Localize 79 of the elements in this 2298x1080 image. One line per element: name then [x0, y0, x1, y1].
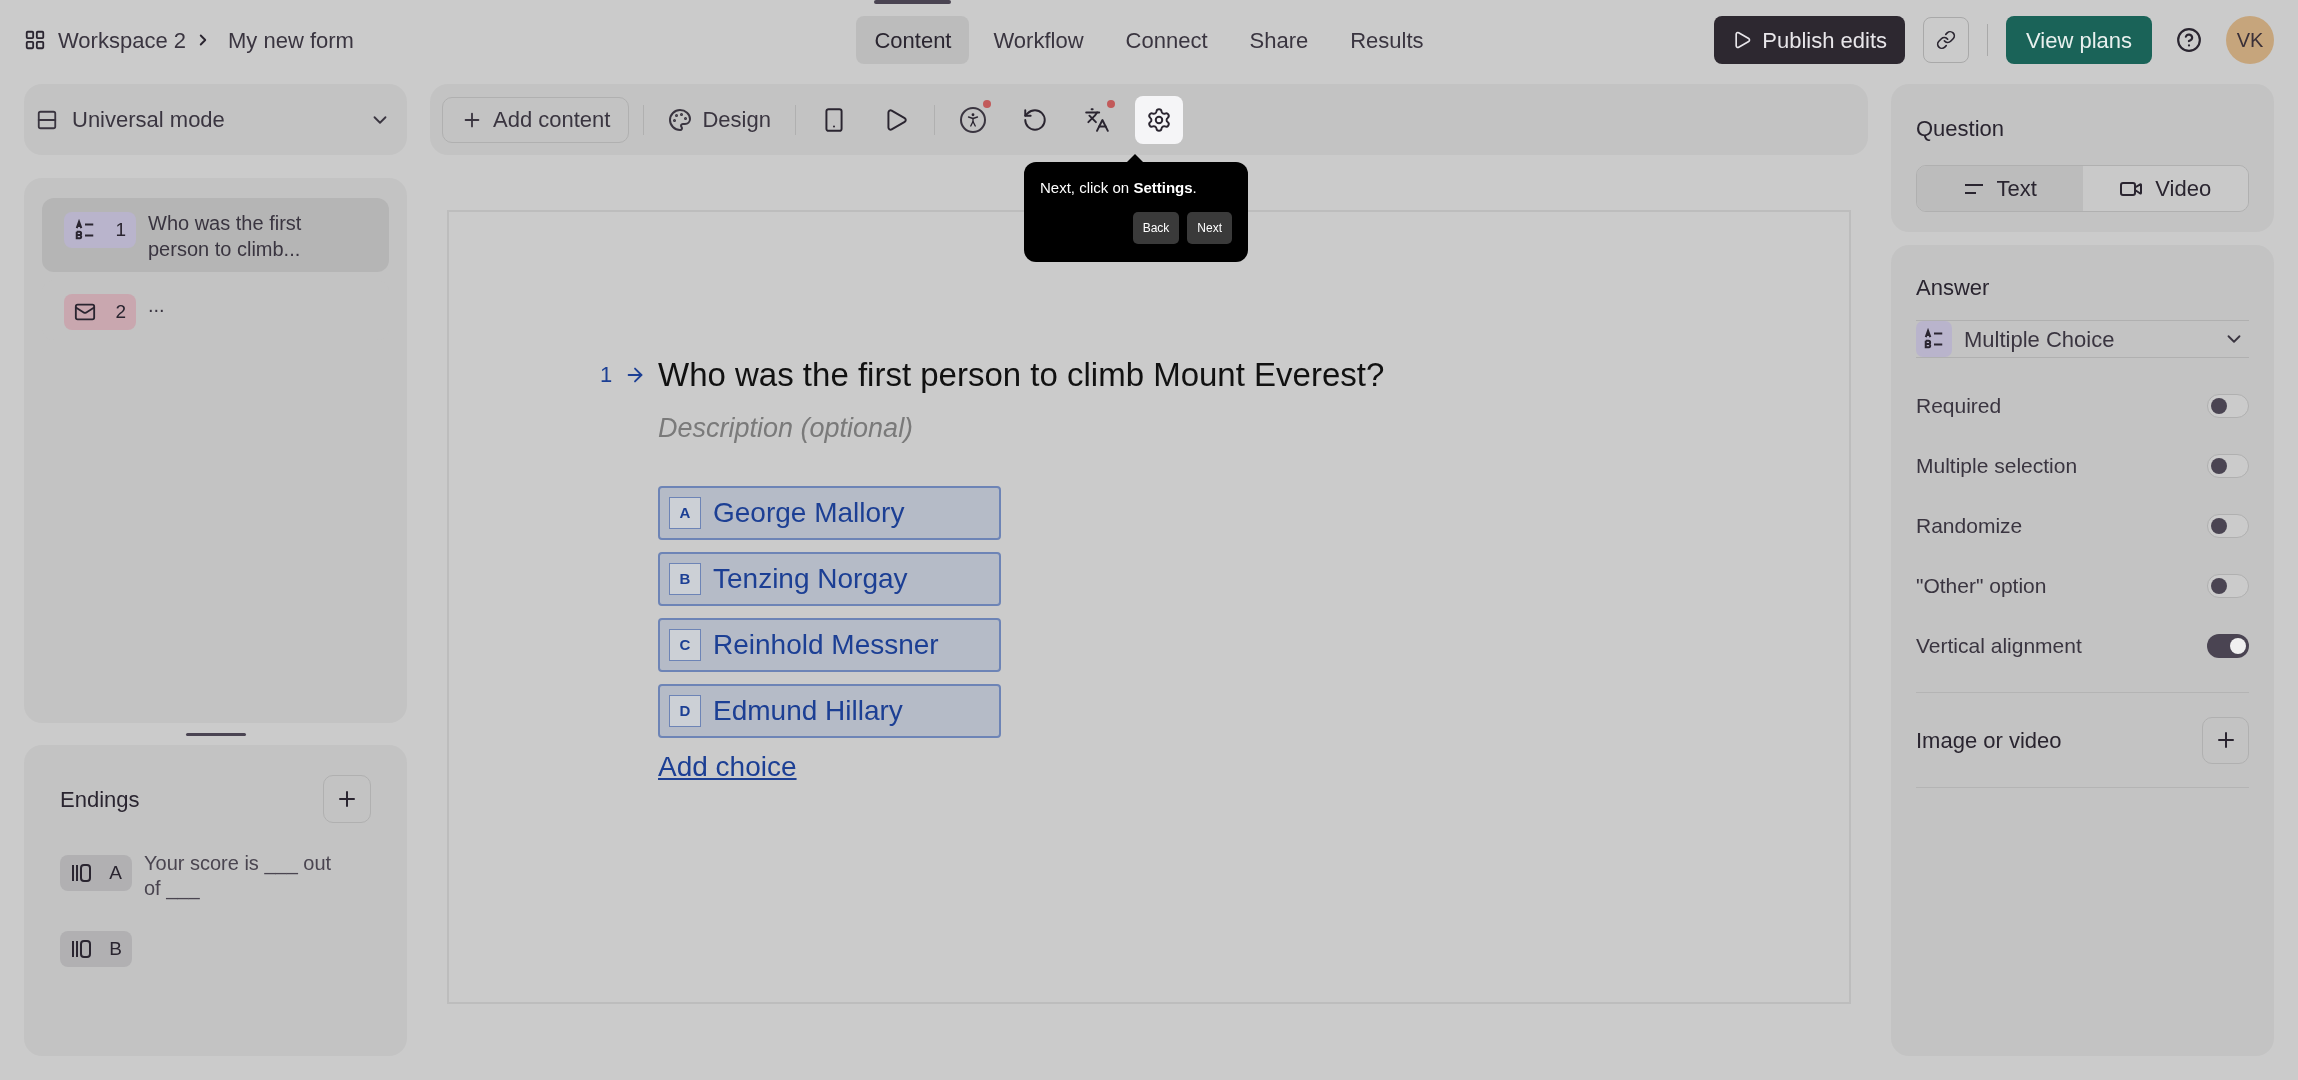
- add-ending-button[interactable]: [323, 775, 371, 823]
- choice-key: C: [669, 629, 701, 661]
- toolbar-button[interactable]: [1134, 95, 1183, 144]
- publish-button[interactable]: Publish edits: [1714, 16, 1905, 64]
- list-icon: [74, 219, 96, 241]
- question-title: ...: [148, 293, 166, 318]
- design-button[interactable]: Design: [658, 96, 781, 143]
- translate-icon: [1083, 106, 1110, 133]
- question-number: 2: [115, 299, 126, 324]
- choice-key: B: [669, 563, 701, 595]
- ending-chip[interactable]: B: [60, 931, 132, 967]
- ending-icon: [70, 862, 94, 884]
- list-icon: [1923, 328, 1945, 350]
- resize-handle[interactable]: [185, 732, 246, 736]
- choice-label: George Mallory: [713, 496, 905, 530]
- media-type-tab[interactable]: Text: [1917, 166, 2083, 211]
- toggle-label: Multiple selection: [1916, 453, 2078, 480]
- toggle-switch[interactable]: [2207, 394, 2249, 418]
- link-icon: [1936, 30, 1956, 50]
- choice-option[interactable]: B Tenzing Norgay: [658, 552, 1001, 606]
- add-choice-link[interactable]: Add choice: [658, 746, 797, 788]
- workspace-link[interactable]: Workspace 2: [58, 23, 186, 57]
- toggle-switch[interactable]: [2207, 514, 2249, 538]
- mode-select[interactable]: Universal mode: [24, 84, 407, 155]
- grid-icon: [24, 29, 46, 51]
- description-field[interactable]: Description (optional): [658, 407, 1158, 448]
- toggle-switch[interactable]: [2207, 634, 2249, 658]
- nav-tab[interactable]: Share: [1231, 16, 1327, 64]
- endings-title: Endings: [60, 785, 140, 814]
- rows-icon: [36, 108, 58, 131]
- toggle-label: Randomize: [1916, 513, 2023, 540]
- ending-chip[interactable]: A: [60, 855, 132, 891]
- add-media-button[interactable]: [2202, 716, 2249, 764]
- choice-key: A: [669, 497, 701, 529]
- toggle-switch[interactable]: [2207, 574, 2249, 598]
- media-type-tab[interactable]: Video: [2082, 166, 2248, 211]
- link-button[interactable]: [1923, 17, 1969, 63]
- ending-text: Your score is ___ out of ___: [144, 851, 333, 901]
- toggle-label: Required: [1916, 393, 2002, 420]
- choice-label: Tenzing Norgay: [713, 562, 908, 596]
- ending-letter: A: [109, 860, 122, 885]
- ending-icon: [70, 938, 94, 960]
- add-content-button[interactable]: Add content: [442, 96, 630, 143]
- question-number: 1: [115, 217, 126, 242]
- nav-tab[interactable]: Connect: [1107, 16, 1226, 64]
- avatar[interactable]: VK: [2226, 16, 2274, 64]
- nav-tab[interactable]: Results: [1332, 16, 1442, 64]
- nav-tab[interactable]: Content: [856, 16, 970, 64]
- tooltip-button[interactable]: Back: [1132, 212, 1180, 244]
- help-icon[interactable]: [2176, 27, 2202, 53]
- question-settings-title: Question: [1916, 115, 2006, 143]
- settings-icon: [1145, 106, 1172, 133]
- mail-icon: [74, 301, 96, 323]
- choice-option[interactable]: D Edmund Hillary: [658, 684, 1001, 738]
- tooltip-button[interactable]: Next: [1187, 212, 1232, 244]
- ending-letter: B: [109, 936, 122, 961]
- toggle-switch[interactable]: [2207, 454, 2249, 478]
- choice-label: Edmund Hillary: [713, 694, 903, 728]
- question-number: 1: [600, 361, 614, 390]
- choice-key: D: [669, 695, 701, 727]
- answer-type-select[interactable]: Multiple Choice: [1916, 320, 2249, 358]
- question-title: Who was the first person to climb Mount Everest?: [658, 355, 1385, 395]
- toggle-label: "Other" option: [1916, 573, 2047, 600]
- play-icon: [1732, 30, 1753, 50]
- question-title: Who was the first person to climb...: [148, 211, 303, 262]
- choice-option[interactable]: C Reinhold Messner: [658, 618, 1001, 672]
- view-plans-button[interactable]: View plans: [2006, 16, 2152, 64]
- choice-label: Reinhold Messner: [713, 628, 939, 662]
- media-section-title: Image or video: [1916, 726, 2062, 755]
- nav-tab[interactable]: Workflow: [975, 16, 1102, 64]
- text-lines-icon: [1962, 181, 1985, 196]
- form-name: My new form: [228, 26, 354, 55]
- palette-icon: [668, 107, 693, 132]
- answer-settings-title: Answer: [1916, 274, 1991, 302]
- circular-arrow-icon: [1021, 106, 1048, 133]
- toggle-label: Vertical alignment: [1916, 633, 2082, 660]
- choice-option[interactable]: A George Mallory: [658, 486, 1001, 540]
- question-list-item[interactable]: 1 Who was the first person to climb...: [42, 198, 389, 272]
- tooltip-text: Next, click on Settings.: [1040, 179, 1197, 196]
